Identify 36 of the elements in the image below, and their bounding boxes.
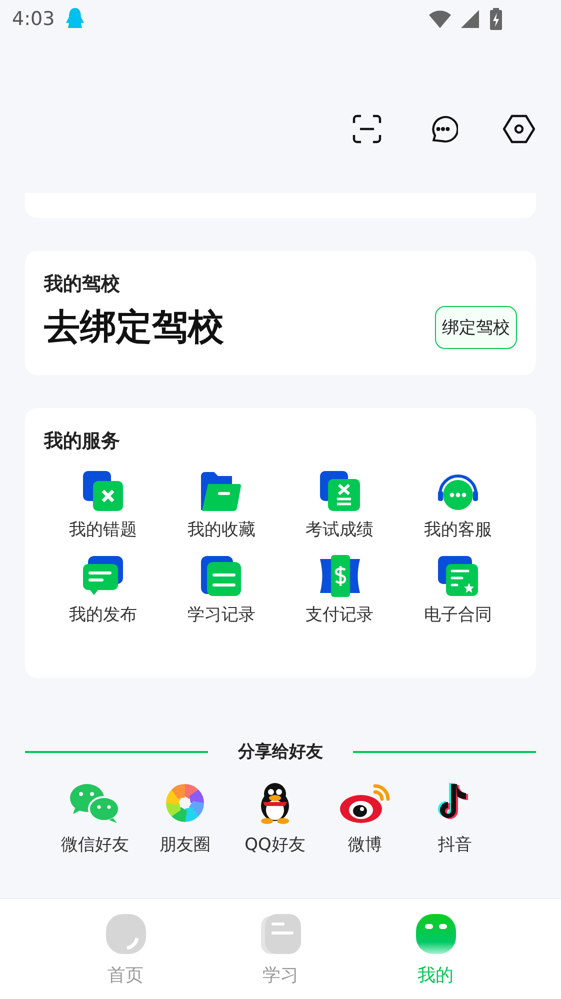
service-item[interactable]: 我的客服 [398, 470, 517, 541]
book-icon [260, 913, 302, 955]
eye-logo-icon [339, 782, 391, 824]
message-icon [82, 555, 124, 597]
wifi-icon [429, 10, 451, 28]
service-item[interactable]: 电子合同 [398, 555, 517, 626]
chat-bubbles-icon [69, 782, 121, 824]
home-icon [104, 913, 146, 955]
contract-icon [436, 555, 479, 597]
wrong-answers-icon [82, 470, 124, 512]
bind-school-button[interactable]: 绑定驾校 [435, 306, 517, 349]
penguin-icon [64, 8, 85, 30]
money-icon [318, 555, 361, 597]
service-item[interactable]: 学习记录 [162, 555, 280, 626]
signal-icon [461, 10, 479, 28]
card-title: 我的服务 [44, 429, 121, 454]
bind-school-headline: 去绑定驾校 [44, 306, 224, 350]
share-target[interactable]: 微信好友 [55, 781, 135, 856]
score-icon [318, 470, 361, 512]
battery-icon [489, 8, 503, 30]
face-icon [414, 913, 456, 955]
share-target[interactable]: 抖音 [415, 781, 495, 856]
service-item[interactable]: 我的发布 [44, 555, 162, 626]
service-item[interactable]: 考试成绩 [280, 470, 399, 541]
share-target[interactable]: 微博 [325, 781, 405, 856]
service-item[interactable]: 我的收藏 [162, 470, 280, 541]
share-target[interactable]: 朋友圈 [145, 781, 225, 856]
share-target[interactable]: QQ好友 [235, 781, 315, 856]
folder-icon [200, 470, 242, 512]
service-item[interactable]: 支付记录 [280, 555, 399, 626]
share-title: 分享给好友 [238, 741, 323, 763]
status-time: 4:03 [12, 8, 55, 30]
notebook-icon [200, 555, 242, 597]
camera-shutter-icon [165, 783, 205, 823]
card-title: 我的驾校 [44, 272, 121, 297]
service-item[interactable]: 我的错题 [44, 470, 162, 541]
